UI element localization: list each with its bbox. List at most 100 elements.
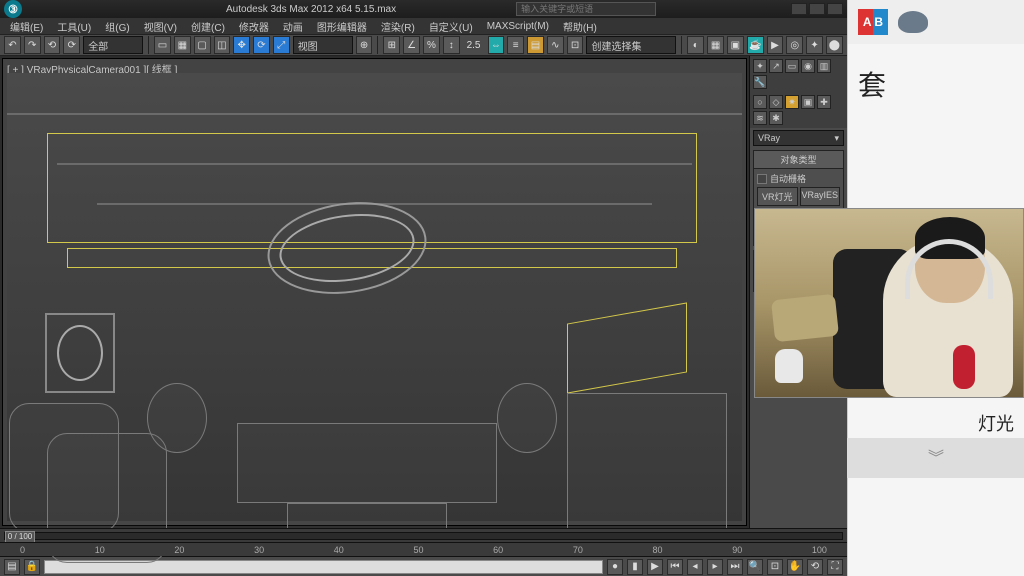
menu-modifiers[interactable]: 修改器 xyxy=(233,19,275,34)
menu-view[interactable]: 视图(V) xyxy=(138,19,183,34)
max-viewport-icon[interactable]: ⛶ xyxy=(827,559,843,575)
undo-icon[interactable]: ↶ xyxy=(4,36,21,54)
menu-create[interactable]: 创建(C) xyxy=(185,19,231,34)
app-logo-icon[interactable]: ③ xyxy=(4,0,22,18)
align-icon[interactable]: ≡ xyxy=(507,36,524,54)
menu-graph[interactable]: 图形编辑器 xyxy=(311,19,373,34)
modify-tab-icon[interactable]: ↗ xyxy=(769,59,783,73)
utilities-tab-icon[interactable]: 🔧 xyxy=(753,75,767,89)
autogrid-checkbox[interactable] xyxy=(757,174,767,184)
curtain-geo xyxy=(567,393,727,543)
create-tab-icon[interactable]: ✦ xyxy=(753,59,767,73)
move-icon[interactable]: ✥ xyxy=(233,36,250,54)
vraylight-button[interactable]: VR灯光 xyxy=(757,187,798,206)
next-frame-icon[interactable]: ▸ xyxy=(707,559,723,575)
time-slider[interactable]: 0 / 100 xyxy=(0,528,847,542)
rotate-icon[interactable]: ⟳ xyxy=(253,36,270,54)
renderer-select[interactable]: VRay▾ xyxy=(753,130,844,146)
teapot-icon[interactable] xyxy=(898,11,928,33)
helpers-cat-icon[interactable]: ✚ xyxy=(817,95,831,109)
mirror-icon[interactable]: ⇔ xyxy=(488,36,505,54)
ref-coord-select[interactable]: 视图 xyxy=(293,36,353,54)
curve-editor-icon[interactable]: ∿ xyxy=(547,36,564,54)
lamp1-geo xyxy=(147,383,207,453)
viewport-camera[interactable]: [ + ] VRayPhysicalCamera001 ][ 线框 ] xyxy=(2,58,747,526)
named-selection[interactable]: 创建选择集 xyxy=(586,36,676,54)
select-region-icon[interactable]: ▢ xyxy=(194,36,211,54)
menu-tools[interactable]: 工具(U) xyxy=(51,19,97,34)
time-track[interactable]: 0 / 100 xyxy=(4,532,843,540)
play-icon[interactable]: ▶ xyxy=(647,559,663,575)
zoom-icon[interactable]: 🔍 xyxy=(747,559,763,575)
geometry-cat-icon[interactable]: ○ xyxy=(753,95,767,109)
display-tab-icon[interactable]: ▥ xyxy=(817,59,831,73)
vray-rt-icon[interactable]: ⬤ xyxy=(826,36,843,54)
close-button[interactable] xyxy=(827,3,843,15)
schematic-icon[interactable]: ⊡ xyxy=(567,36,584,54)
render-frame-icon[interactable]: ▣ xyxy=(727,36,744,54)
expand-chevron-icon[interactable]: ︾ xyxy=(928,444,944,468)
menu-animation[interactable]: 动画 xyxy=(277,19,309,34)
unlink-icon[interactable]: ⟳ xyxy=(63,36,80,54)
select-icon[interactable]: ▭ xyxy=(154,36,171,54)
lights-cat-icon[interactable]: ✷ xyxy=(785,95,799,109)
time-ruler: 0 10 20 30 40 50 60 70 80 90 100 xyxy=(0,542,847,556)
snap-icon[interactable]: ⊞ xyxy=(383,36,400,54)
render-last-icon[interactable]: ▶ xyxy=(767,36,784,54)
wall-art-geo xyxy=(45,313,115,393)
material-editor-icon[interactable]: ◐ xyxy=(687,36,704,54)
lock-selection-icon[interactable]: 🔒 xyxy=(24,559,40,575)
prev-frame-icon[interactable]: ◂ xyxy=(687,559,703,575)
goto-start-icon[interactable]: ⏮ xyxy=(667,559,683,575)
scale-icon[interactable]: ⤢ xyxy=(273,36,290,54)
hierarchy-tab-icon[interactable]: ▭ xyxy=(785,59,799,73)
window-crossing-icon[interactable]: ◫ xyxy=(214,36,231,54)
zoom-all-icon[interactable]: ⊡ xyxy=(767,559,783,575)
goto-end-icon[interactable]: ⏭ xyxy=(727,559,743,575)
sofa-main-geo xyxy=(237,423,497,503)
pan-icon[interactable]: ✋ xyxy=(787,559,803,575)
select-name-icon[interactable]: ▦ xyxy=(174,36,191,54)
rollout-header[interactable]: 对象类型 xyxy=(754,151,843,169)
autokey-button[interactable]: ● xyxy=(607,559,623,575)
minimize-button[interactable] xyxy=(791,3,807,15)
redo-icon[interactable]: ↷ xyxy=(24,36,41,54)
systems-cat-icon[interactable]: ✱ xyxy=(769,111,783,125)
microphone-shape xyxy=(953,345,975,389)
orbit-icon[interactable]: ⟲ xyxy=(807,559,823,575)
layer-icon[interactable]: ▤ xyxy=(527,36,544,54)
ab-logo-icon[interactable]: A B xyxy=(858,9,888,35)
setkey-button[interactable]: ▮ xyxy=(627,559,643,575)
pivot-icon[interactable]: ⊕ xyxy=(356,36,373,54)
percent-snap-icon[interactable]: % xyxy=(423,36,440,54)
angle-snap-icon[interactable]: ∠ xyxy=(403,36,420,54)
quick-render-icon[interactable]: ☕ xyxy=(747,36,764,54)
vray-fb-icon[interactable]: ◎ xyxy=(786,36,803,54)
cameras-cat-icon[interactable]: ▣ xyxy=(801,95,815,109)
menu-group[interactable]: 组(G) xyxy=(99,19,135,34)
selection-filter[interactable]: 全部 xyxy=(83,36,143,54)
menu-edit[interactable]: 编辑(E) xyxy=(4,19,49,34)
time-marker[interactable]: 0 / 100 xyxy=(5,531,35,543)
vray-icon[interactable]: ✦ xyxy=(806,36,823,54)
shapes-cat-icon[interactable]: ◇ xyxy=(769,95,783,109)
kettle-shape xyxy=(775,349,803,383)
maximize-button[interactable] xyxy=(809,3,825,15)
link-icon[interactable]: ⟲ xyxy=(44,36,61,54)
3dsmax-window: ③ Autodesk 3ds Max 2012 x64 5.15.max 输入关… xyxy=(0,0,847,576)
vrayies-button[interactable]: VRayIES xyxy=(800,187,841,206)
menu-customize[interactable]: 自定义(U) xyxy=(423,19,479,34)
viewport-content[interactable] xyxy=(7,73,742,521)
spinner-snap-icon[interactable]: ↕ xyxy=(443,36,460,54)
motion-tab-icon[interactable]: ◉ xyxy=(801,59,815,73)
space-warps-cat-icon[interactable]: ≋ xyxy=(753,111,767,125)
menu-render[interactable]: 渲染(R) xyxy=(375,19,421,34)
menu-maxscript[interactable]: MAXScript(M) xyxy=(481,21,555,32)
menu-help[interactable]: 帮助(H) xyxy=(557,19,603,34)
pillow-shape xyxy=(771,294,839,342)
render-setup-icon[interactable]: ▦ xyxy=(707,36,724,54)
script-listener-icon[interactable]: ▤ xyxy=(4,559,20,575)
webcam-overlay xyxy=(754,208,1024,398)
help-search-input[interactable]: 输入关键字或短语 xyxy=(516,2,656,16)
side-body-text: 套 xyxy=(848,44,1024,124)
